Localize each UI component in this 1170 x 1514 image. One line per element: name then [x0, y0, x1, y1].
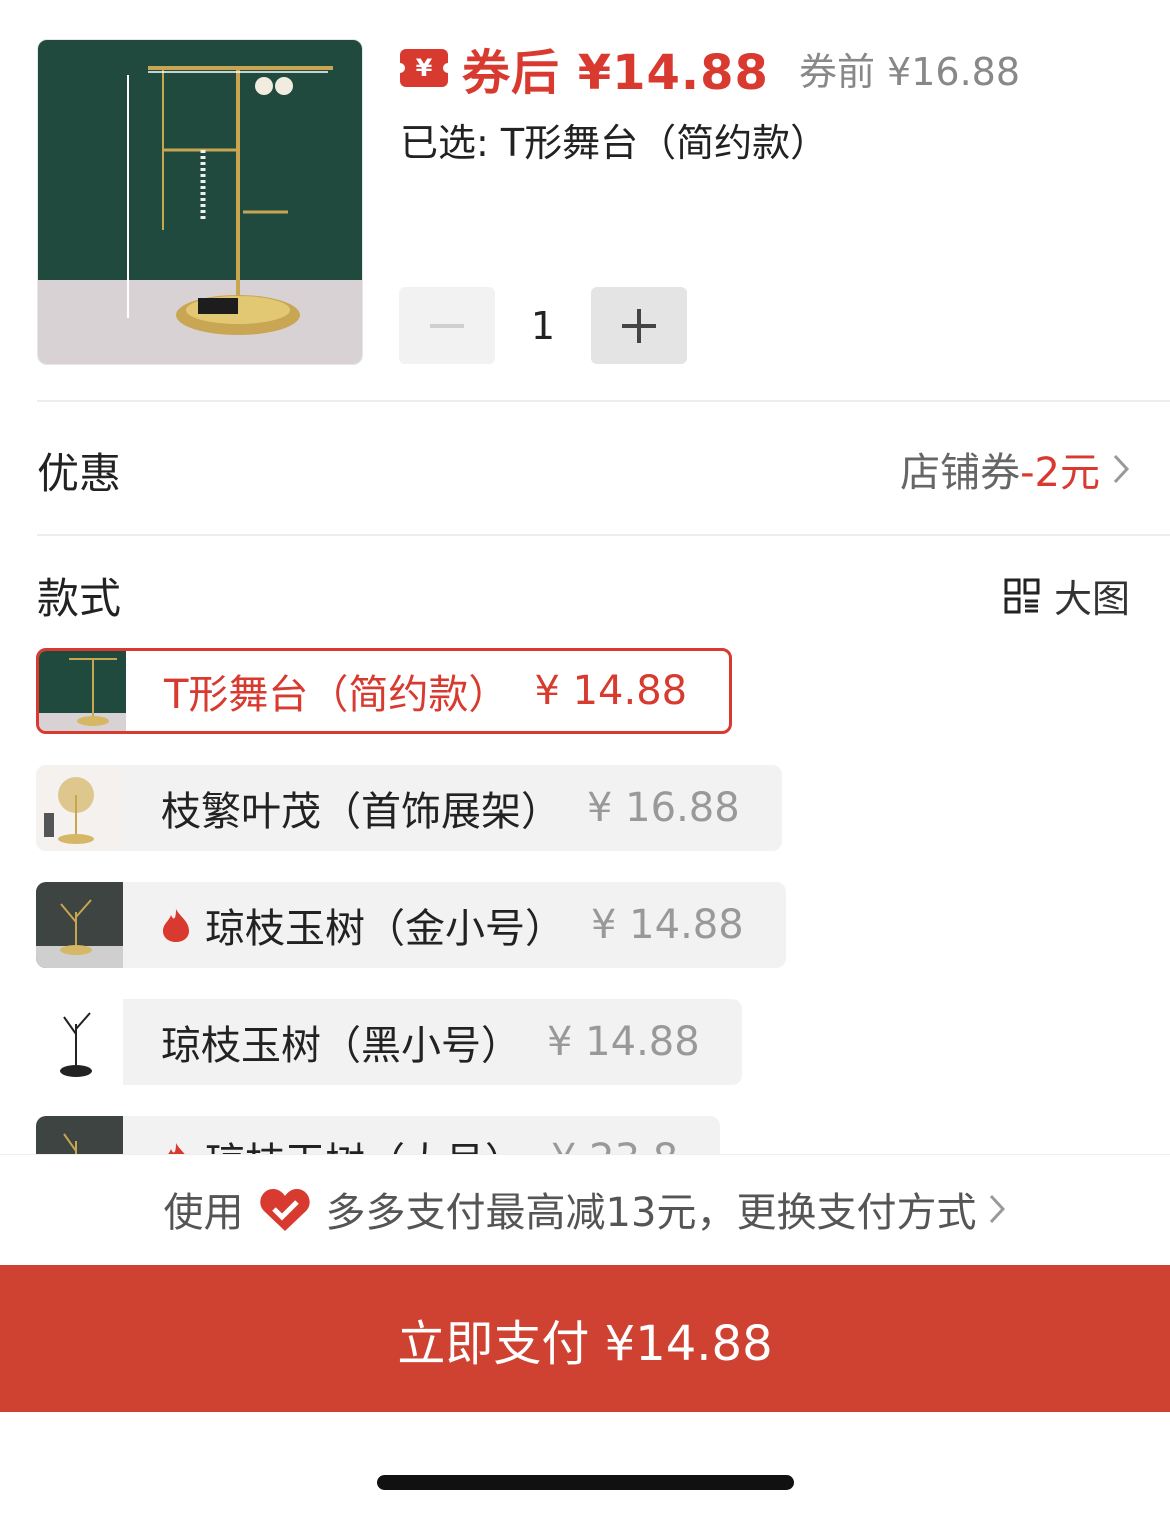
after-coupon-price: 券后 ¥14.88 — [462, 45, 769, 101]
pay-now-button[interactable]: 立即支付 ¥14.88 — [0, 1265, 1170, 1412]
option-name: 枝繁叶茂（首饰展架） — [161, 789, 561, 835]
increase-button[interactable] — [591, 287, 687, 364]
quantity-stepper: 1 — [399, 287, 687, 364]
discount-label: 店铺券 — [900, 450, 1021, 496]
selected-variant-text: 已选: T形舞台（简约款） — [400, 121, 829, 165]
option-price: ¥ 23.8 — [551, 1136, 678, 1154]
home-indicator — [377, 1475, 794, 1490]
coupon-icon: ¥ — [395, 49, 453, 87]
price-row: ¥ 券后 ¥14.88 券前 ¥16.88 — [395, 38, 1020, 101]
big-image-toggle[interactable]: 大图 — [1004, 568, 1130, 623]
flame-icon — [168, 1143, 185, 1154]
option-name-text: 琼枝玉树（金小号） — [205, 906, 565, 952]
option-thumbnail — [36, 765, 123, 851]
notice-text: 多多支付最高减13元，更换支付方式 — [325, 1190, 977, 1236]
minus-icon — [430, 323, 464, 328]
style-option-gold-small[interactable]: 琼枝玉树（金小号） ¥ 14.88 — [36, 882, 786, 968]
option-price: ¥ 14.88 — [547, 1019, 700, 1065]
big-image-label: 大图 — [1053, 577, 1130, 621]
option-thumbnail — [36, 882, 123, 968]
divider — [37, 534, 1170, 536]
style-title: 款式 — [37, 574, 122, 623]
style-option-large[interactable]: 琼枝玉树（大号） ¥ 23.8 — [36, 1116, 721, 1154]
plus-icon — [622, 308, 656, 343]
option-price: ¥ 14.88 — [591, 902, 744, 948]
style-options-list: T形舞台（简约款） ¥ 14.88 枝繁叶茂（首饰展架） ¥ 16.88 琼枝玉… — [0, 640, 1170, 1154]
divider — [37, 400, 1170, 402]
option-name: 琼枝玉树（金小号） — [161, 896, 565, 954]
quantity-value: 1 — [530, 303, 556, 348]
style-option-branch-stand[interactable]: 枝繁叶茂（首饰展架） ¥ 16.88 — [36, 765, 782, 851]
option-price: ¥ 14.88 — [534, 668, 688, 714]
discount-amount: -2元 — [1020, 450, 1100, 496]
before-coupon-price: 券前 ¥16.88 — [798, 49, 1020, 94]
option-name: T形舞台（简约款） — [164, 672, 509, 718]
option-thumbnail — [36, 1116, 123, 1154]
chevron-right-icon — [1113, 454, 1130, 484]
grid-view-icon — [1004, 578, 1040, 613]
style-option-t-stage[interactable]: T形舞台（简约款） ¥ 14.88 — [36, 648, 733, 734]
notice-prefix: 使用 — [163, 1190, 244, 1236]
option-price: ¥ 16.88 — [587, 785, 740, 831]
payment-method-notice[interactable]: 使用 多多支付最高减13元，更换支付方式 — [0, 1180, 1170, 1238]
option-thumbnail — [39, 651, 126, 731]
discount-title: 优惠 — [37, 449, 122, 498]
product-image[interactable] — [37, 39, 363, 365]
payment-shield-icon — [259, 1189, 310, 1231]
decrease-button[interactable] — [399, 287, 495, 364]
option-name-text: 琼枝玉树（大号） — [205, 1130, 525, 1154]
option-name: 琼枝玉树（黑小号） — [161, 1023, 521, 1069]
top-edge — [0, 0, 1170, 8]
style-option-black-small[interactable]: 琼枝玉树（黑小号） ¥ 14.88 — [36, 999, 742, 1085]
flame-icon — [163, 909, 189, 942]
option-name: 琼枝玉树（大号） — [161, 1130, 525, 1154]
discount-selector[interactable]: 店铺券 -2元 — [900, 440, 1130, 498]
chevron-right-icon — [990, 1194, 1006, 1224]
option-thumbnail — [36, 999, 123, 1085]
